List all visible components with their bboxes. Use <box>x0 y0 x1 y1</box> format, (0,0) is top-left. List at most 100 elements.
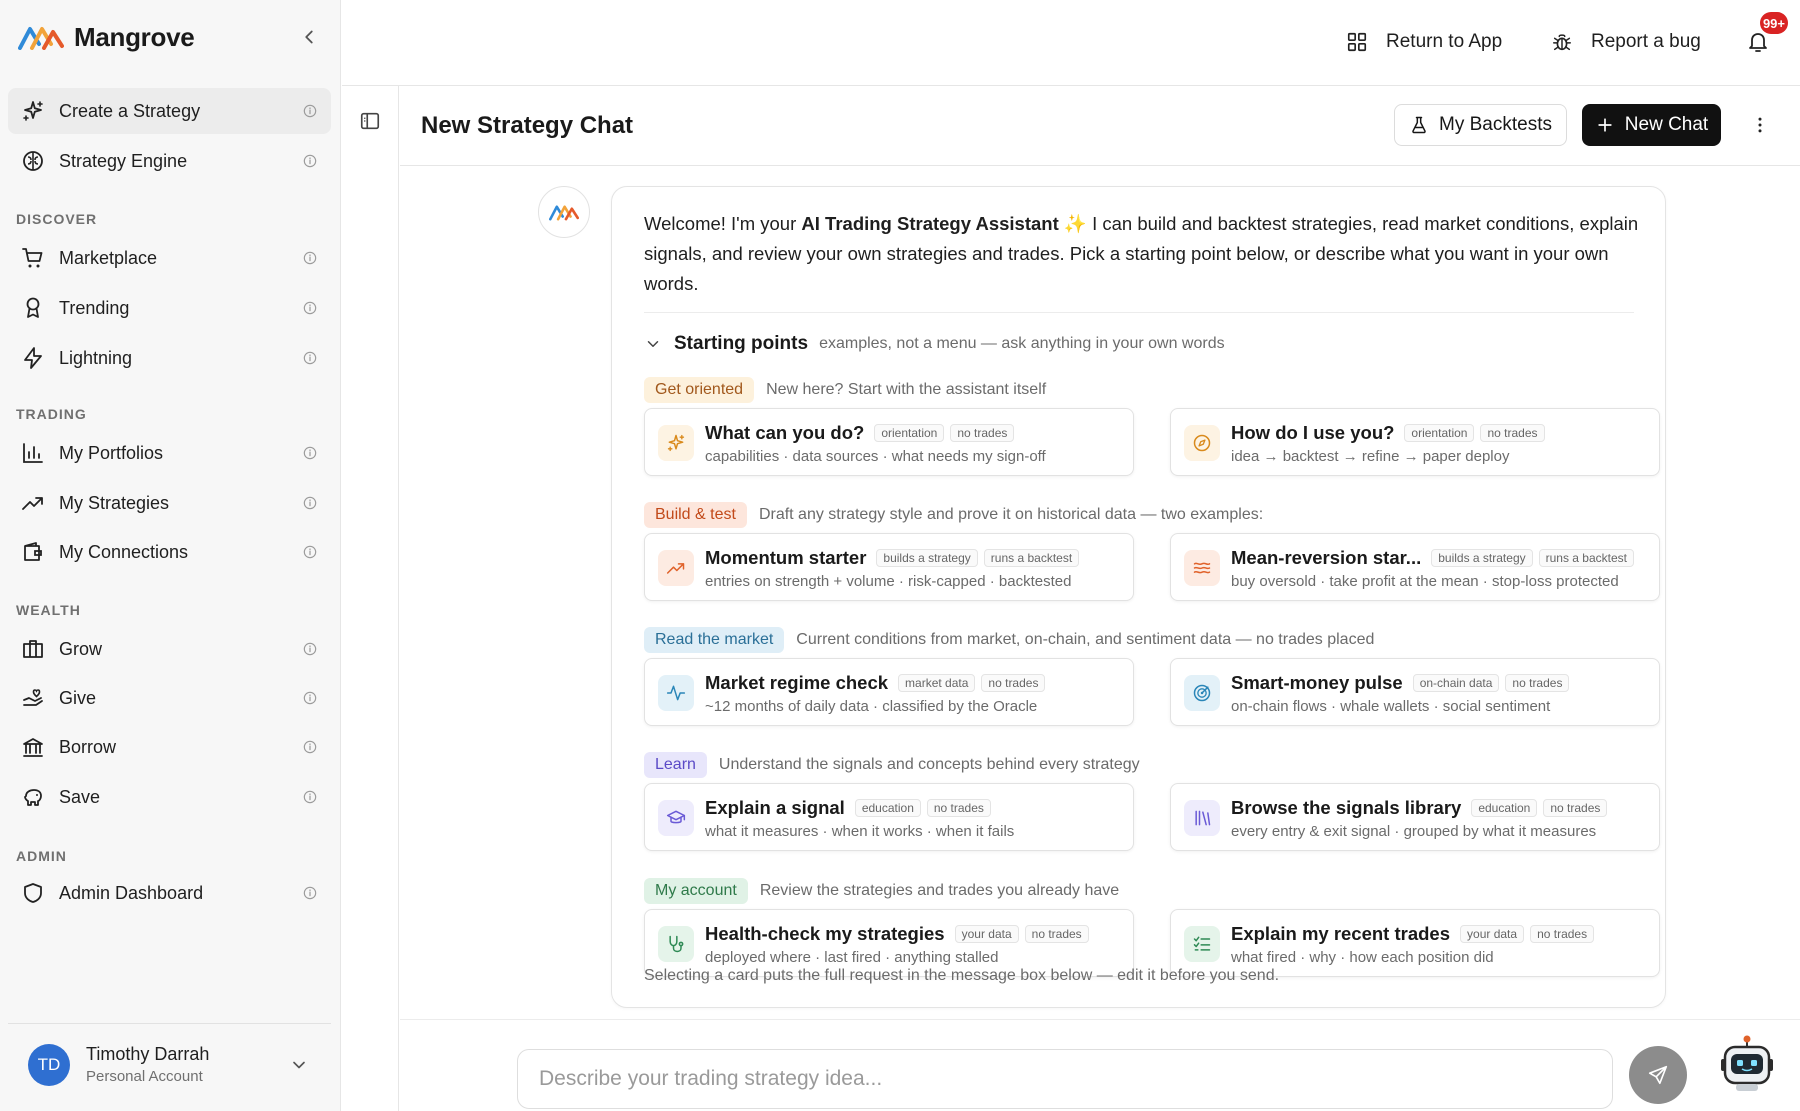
sidebar-item-trending[interactable]: Trending <box>8 285 331 331</box>
card-tag: builds a strategy <box>1431 549 1533 567</box>
brand[interactable]: Mangrove <box>18 18 195 56</box>
page-title: New Strategy Chat <box>421 112 634 139</box>
info-icon[interactable] <box>303 251 317 265</box>
category-description: Draft any strategy style and prove it on… <box>758 506 1264 523</box>
mangrove-logo-icon <box>549 205 579 221</box>
send-icon <box>1648 1065 1668 1085</box>
sidebar-item-admin-dashboard[interactable]: Admin Dashboard <box>8 870 331 916</box>
card-title: What can you do? <box>705 422 865 443</box>
sidebar-item-borrow[interactable]: Borrow <box>8 724 331 770</box>
info-icon[interactable] <box>303 740 317 754</box>
category-pill: Build & test <box>644 502 747 528</box>
info-icon[interactable] <box>303 886 317 900</box>
report-bug-label: Report a bug <box>1591 31 1701 52</box>
user-name: Timothy Darrah <box>86 1044 210 1064</box>
starting-point-card[interactable]: Browse the signals library education no tr… <box>1170 783 1660 851</box>
starting-point-card[interactable]: How do I use you? orientation no trades ide… <box>1170 408 1660 476</box>
category-pill: My account <box>644 878 748 904</box>
panel-rail <box>342 86 399 1111</box>
return-to-app-button[interactable]: Return to App <box>1346 28 1502 56</box>
welcome-message: Welcome! I'm your AI Trading Strategy As… <box>644 209 1644 299</box>
category-description: New here? Start with the assistant itsel… <box>766 381 1047 398</box>
starting-point-card[interactable]: Momentum starter builds a strategy runs a … <box>644 533 1134 601</box>
sidebar-item-lightning[interactable]: Lightning <box>8 335 331 381</box>
sidebar-item-my-strategies[interactable]: My Strategies <box>8 480 331 526</box>
grid-icon <box>1347 32 1367 52</box>
robot-assistant-icon[interactable] <box>1720 1034 1774 1094</box>
card-tag: runs a backtest <box>1538 549 1634 567</box>
sidebar-item-label: My Strategies <box>59 492 170 513</box>
card-tag: no trades <box>1530 925 1595 943</box>
starting-points-title: Starting points <box>674 333 809 354</box>
card-tag: no trades <box>981 674 1046 692</box>
card-description: on-chain flows · whale wallets · social … <box>1231 698 1551 715</box>
starting-point-card[interactable]: Explain a signal education no trades what i… <box>644 783 1134 851</box>
sidebar-item-grow[interactable]: Grow <box>8 626 331 672</box>
info-icon[interactable] <box>303 691 317 705</box>
sidebar-toggle-icon[interactable] <box>359 110 381 132</box>
category-pill: Learn <box>644 752 707 778</box>
card-tag: no trades <box>1543 799 1608 817</box>
flask-icon <box>1412 116 1426 134</box>
card-tag: no trades <box>1505 674 1570 692</box>
sidebar-item-my-portfolios[interactable]: My Portfolios <box>8 430 331 476</box>
divider <box>644 312 1634 313</box>
selection-hint: Selecting a card puts the full request i… <box>644 967 1280 984</box>
starting-point-card[interactable]: What can you do? orientation no trades capa… <box>644 408 1134 476</box>
cart-icon <box>22 248 43 268</box>
sidebar-item-save[interactable]: Save <box>8 774 331 820</box>
card-tag: no trades <box>926 799 991 817</box>
info-icon[interactable] <box>303 104 317 118</box>
sidebar-item-label: Strategy Engine <box>59 150 188 171</box>
send-button[interactable] <box>1629 1046 1687 1104</box>
report-bug-button[interactable]: Report a bug <box>1551 28 1701 56</box>
more-vertical-icon[interactable] <box>1750 114 1770 136</box>
message-input[interactable]: Describe your trading strategy idea... <box>517 1049 1613 1109</box>
user-info: Timothy Darrah Personal Account <box>86 1044 209 1085</box>
starting-points-toggle[interactable]: Starting points examples, not a menu — a… <box>644 333 1225 355</box>
info-icon[interactable] <box>303 351 317 365</box>
stethoscope-icon <box>658 926 694 962</box>
starting-points-subtitle: examples, not a menu — ask anything in y… <box>819 335 1225 352</box>
card-title: Market regime check <box>705 672 889 693</box>
bell-icon[interactable] <box>1746 30 1770 54</box>
sidebar-item-strategy-engine[interactable]: Strategy Engine <box>8 138 331 184</box>
sidebar-item-label: Save <box>59 786 101 807</box>
user-menu[interactable]: TD Timothy Darrah Personal Account <box>8 1023 331 1105</box>
card-tag: orientation <box>1404 424 1475 442</box>
sidebar-item-create-strategy[interactable]: Create a Strategy <box>8 88 331 134</box>
chevron-left-icon[interactable] <box>298 26 320 48</box>
info-icon[interactable] <box>303 642 317 656</box>
sidebar-item-label: Give <box>59 687 97 708</box>
starting-point-card[interactable]: Smart-money pulse on-chain data no trades o… <box>1170 658 1660 726</box>
card-tag: builds a strategy <box>876 549 978 567</box>
sparkle-icon: ✨ <box>1063 213 1087 234</box>
sidebar-item-label: My Connections <box>59 541 189 562</box>
sparkles-icon <box>658 425 694 461</box>
category-header: Learn Understand the signals and concepts… <box>644 752 1140 778</box>
starting-point-card[interactable]: Market regime check market data no trades ~… <box>644 658 1134 726</box>
trending-up-icon <box>22 497 43 510</box>
sidebar-item-label: Trending <box>59 297 130 318</box>
info-icon[interactable] <box>303 545 317 559</box>
info-icon[interactable] <box>303 496 317 510</box>
sidebar-item-marketplace[interactable]: Marketplace <box>8 235 331 281</box>
bank-icon <box>23 738 43 757</box>
card-title-row: How do I use you? orientation no trades <box>1231 422 1551 444</box>
section-title-admin: ADMIN <box>16 848 67 864</box>
info-icon[interactable] <box>303 301 317 315</box>
composer: Describe your trading strategy idea... <box>400 1019 1800 1111</box>
card-tag: no trades <box>1024 925 1089 943</box>
starting-point-card[interactable]: Mean-reversion star... builds a strategy r… <box>1170 533 1660 601</box>
plus-icon <box>1598 118 1612 132</box>
my-backtests-button[interactable]: My Backtests <box>1394 104 1567 146</box>
sidebar-item-give[interactable]: Give <box>8 675 331 721</box>
info-icon[interactable] <box>303 790 317 804</box>
assistant-name: AI Trading Strategy Assistant <box>801 213 1059 234</box>
card-title-row: Health-check my strategies your data no tr… <box>705 923 1095 945</box>
sidebar-item-my-connections[interactable]: My Connections <box>8 529 331 575</box>
info-icon[interactable] <box>303 446 317 460</box>
info-icon[interactable] <box>303 154 317 168</box>
bar-chart-icon <box>23 443 43 463</box>
new-chat-button[interactable]: New Chat <box>1582 104 1721 146</box>
